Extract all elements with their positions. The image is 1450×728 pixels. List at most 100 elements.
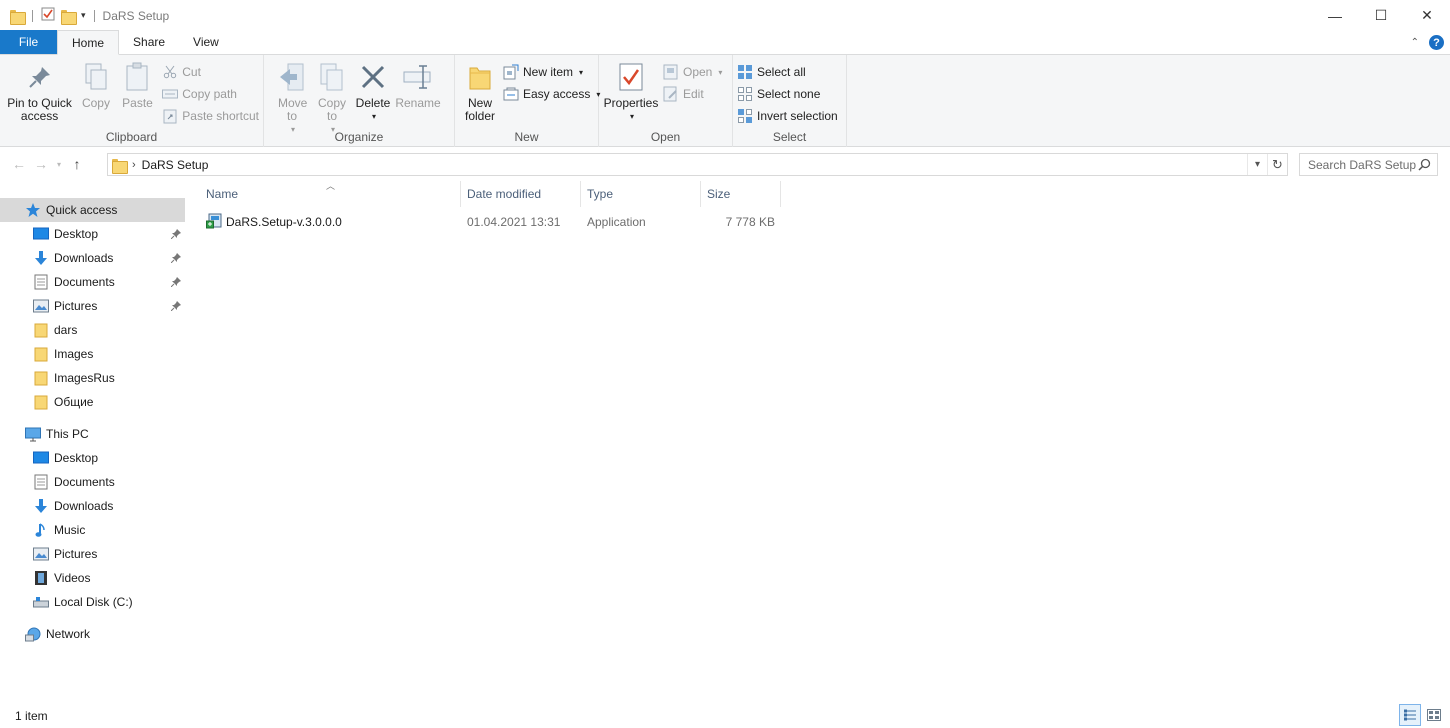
column-header-type[interactable]: Type: [581, 181, 701, 207]
nav-label: Videos: [54, 571, 91, 585]
select-all-button[interactable]: Select all: [737, 63, 838, 81]
pin-label: Pin to Quick access: [7, 96, 72, 123]
edit-button[interactable]: Edit: [663, 85, 722, 103]
nav-item-pc-videos[interactable]: Videos: [0, 566, 190, 590]
pin-icon[interactable]: [170, 300, 181, 314]
address-bar[interactable]: › DaRS Setup ▾ ↻: [107, 153, 1288, 176]
nav-quick-access[interactable]: Quick access: [0, 198, 185, 222]
nav-item-dars[interactable]: dars: [0, 318, 190, 342]
desktop-icon: [33, 226, 49, 242]
properties-icon: [615, 61, 647, 93]
select-none-label: Select none: [757, 87, 821, 101]
column-header-size[interactable]: Size: [701, 181, 781, 207]
refresh-icon[interactable]: ↻: [1267, 154, 1287, 175]
item-count: 1 item: [15, 708, 48, 723]
new-item-button[interactable]: New item ▾: [503, 63, 600, 81]
copy-path-button[interactable]: Copy path: [162, 85, 259, 103]
forward-arrow-icon[interactable]: →: [30, 156, 52, 172]
help-icon[interactable]: ?: [1429, 35, 1444, 50]
edit-icon: [663, 86, 679, 102]
file-date: 01.04.2021 13:31: [467, 215, 561, 229]
table-row[interactable]: DaRS.Setup-v.3.0.0.0 01.04.2021 13:31 Ap…: [200, 211, 1450, 233]
recent-locations-icon[interactable]: ▾: [52, 160, 66, 169]
chevron-down-icon[interactable]: ▾: [1247, 154, 1267, 175]
large-icons-view-icon[interactable]: [1423, 704, 1445, 726]
tab-home[interactable]: Home: [57, 30, 120, 55]
invert-selection-icon: [737, 108, 753, 124]
nav-item-imagesrus[interactable]: ImagesRus: [0, 366, 190, 390]
file-type: Application: [587, 215, 646, 229]
nav-item-pc-pictures[interactable]: Pictures: [0, 542, 190, 566]
chevron-right-icon[interactable]: ›: [132, 159, 136, 171]
select-none-button[interactable]: Select none: [737, 85, 838, 103]
select-none-icon: [737, 86, 753, 102]
nav-item-obshchie[interactable]: Общие: [0, 390, 190, 414]
nav-item-pc-music[interactable]: Music: [0, 518, 190, 542]
pictures-icon: [33, 546, 49, 562]
nav-this-pc[interactable]: This PC: [0, 422, 190, 446]
paste-shortcut-button[interactable]: Paste shortcut: [162, 107, 259, 125]
minimize-button[interactable]: —: [1312, 0, 1358, 31]
search-icon[interactable]: [1418, 158, 1431, 174]
easy-access-button[interactable]: Easy access ▾: [503, 85, 600, 103]
properties-label: Properties: [603, 96, 659, 110]
tab-view[interactable]: View: [179, 30, 233, 54]
pin-icon[interactable]: [170, 228, 181, 242]
tab-file[interactable]: File: [0, 30, 57, 54]
nav-item-downloads[interactable]: Downloads: [0, 246, 190, 270]
invert-selection-button[interactable]: Invert selection: [737, 107, 838, 125]
music-note-icon: [33, 522, 49, 538]
select-group-label: Select: [772, 130, 807, 144]
navigation-bar: ← → ▾ ↑ › DaRS Setup ▾ ↻: [0, 147, 1450, 181]
pictures-icon: [33, 298, 49, 314]
nav-item-pictures[interactable]: Pictures: [0, 294, 190, 318]
file-list: ︿ Name Date modified Type Size DaRS.Setu…: [200, 181, 1450, 233]
search-input[interactable]: [1308, 157, 1418, 172]
file-name: DaRS.Setup-v.3.0.0.0: [226, 215, 342, 229]
tab-share[interactable]: Share: [119, 30, 179, 54]
delete-label: Delete: [355, 96, 391, 110]
file-name-cell: DaRS.Setup-v.3.0.0.0: [200, 213, 461, 232]
nav-label: Network: [46, 627, 91, 641]
group-organize: Move to ▾ Copy to ▾ Delete ▾ Rename Orga…: [264, 55, 455, 147]
nav-item-pc-documents[interactable]: Documents: [0, 470, 190, 494]
copy-to-icon: [316, 61, 348, 93]
column-header-date-modified[interactable]: Date modified: [461, 181, 581, 207]
nav-item-desktop[interactable]: Desktop: [0, 222, 190, 246]
nav-network[interactable]: Network: [0, 622, 190, 646]
nav-item-pc-desktop[interactable]: Desktop: [0, 446, 190, 470]
cut-button[interactable]: Cut: [162, 63, 259, 81]
easy-access-icon: [503, 86, 519, 102]
nav-item-pc-downloads[interactable]: Downloads: [0, 494, 190, 518]
new-folder-icon[interactable]: [61, 9, 77, 25]
paste-shortcut-label: Paste shortcut: [182, 109, 259, 123]
collapse-ribbon-icon[interactable]: ⌃: [1411, 37, 1419, 48]
maximize-button[interactable]: ☐: [1358, 0, 1404, 31]
search-box[interactable]: [1299, 153, 1438, 176]
properties-icon[interactable]: [41, 7, 55, 24]
new-item-icon: [503, 64, 519, 80]
open-button[interactable]: Open ▾: [663, 63, 722, 81]
network-icon: [25, 626, 41, 642]
desktop-icon: [33, 450, 49, 466]
ribbon-tabs: File Home Share View ⌃ ?: [0, 30, 1450, 55]
pin-icon[interactable]: [170, 252, 181, 266]
up-arrow-icon[interactable]: ↑: [66, 156, 88, 172]
pin-icon[interactable]: [170, 276, 181, 290]
nav-item-images[interactable]: Images: [0, 342, 190, 366]
details-view-icon[interactable]: [1399, 704, 1421, 726]
paste-shortcut-icon: [162, 108, 178, 124]
close-button[interactable]: ✕: [1404, 0, 1450, 31]
nav-item-pc-local-disk[interactable]: Local Disk (C:): [0, 590, 190, 614]
dropdown-caret-icon: ▾: [371, 112, 376, 121]
open-label: Open: [683, 65, 713, 79]
customize-qat-icon[interactable]: ▾: [81, 10, 86, 21]
group-open: Properties ▾ Open ▾ Edit Open: [599, 55, 733, 147]
new-folder-icon: [464, 61, 496, 93]
address-path[interactable]: DaRS Setup: [142, 158, 209, 172]
rename-icon: [402, 61, 434, 93]
paste-icon: [121, 61, 153, 93]
nav-item-documents[interactable]: Documents: [0, 270, 190, 294]
back-arrow-icon[interactable]: ←: [8, 156, 30, 172]
